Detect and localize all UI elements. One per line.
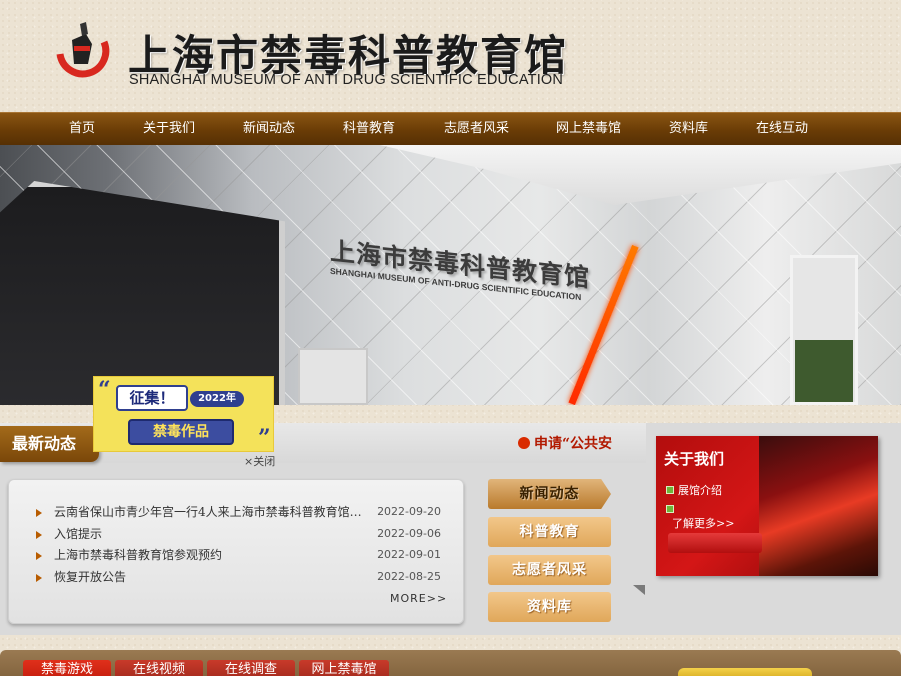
- about-title: 关于我们: [664, 450, 725, 468]
- corner-fold-icon: [633, 585, 645, 595]
- bullet-icon: [36, 574, 42, 582]
- square-bullet-icon: [666, 486, 674, 494]
- news-item-title[interactable]: 上海市禁毒科普教育馆参观预约: [54, 545, 366, 565]
- about-red-bar: [668, 533, 762, 553]
- about-more-link[interactable]: 了解更多>>: [672, 515, 734, 531]
- hero-banner[interactable]: 上海市禁毒科普教育馆 SHANGHAI MUSEUM OF ANTI-DRUG …: [0, 145, 901, 405]
- news-item-date: 2022-09-20: [377, 505, 441, 518]
- bullet-icon: [36, 552, 42, 560]
- main-nav: 首页 关于我们 新闻动态 科普教育 志愿者风采 网上禁毒馆 资料库 在线互动: [0, 112, 901, 145]
- emblem-icon: [518, 437, 530, 449]
- square-bullet-icon: [666, 505, 674, 513]
- about-photo[interactable]: [759, 436, 878, 576]
- quote-close-icon: ”: [258, 425, 271, 451]
- news-item-title[interactable]: 恢复开放公告: [54, 567, 366, 587]
- ad-year-badge: 2022年: [190, 391, 244, 407]
- nav-item-library[interactable]: 资料库: [669, 113, 708, 146]
- nav-item-online-museum[interactable]: 网上禁毒馆: [556, 113, 621, 146]
- bullet-icon: [36, 509, 42, 517]
- about-intro-link[interactable]: 展馆介绍: [666, 482, 722, 498]
- list-item[interactable]: 恢复开放公告 2022-08-25: [36, 567, 441, 587]
- site-header: 上海市禁毒科普教育馆 SHANGHAI MUSEUM OF ANTI DRUG …: [0, 0, 901, 112]
- news-ticker[interactable]: 申请“公共安: [518, 434, 622, 454]
- category-science-button[interactable]: 科普教育: [488, 517, 611, 547]
- category-volunteers-button[interactable]: 志愿者风采: [488, 555, 611, 585]
- banner-doorway: [0, 181, 285, 405]
- ad-title: 征集！: [116, 385, 188, 411]
- tab-videos[interactable]: 在线视频: [115, 660, 203, 676]
- list-item[interactable]: 上海市禁毒科普教育馆参观预约 2022-09-01: [36, 545, 441, 565]
- news-heading: 最新动态: [0, 426, 99, 462]
- news-item-date: 2022-09-01: [377, 548, 441, 561]
- news-item-date: 2022-09-06: [377, 527, 441, 540]
- ticker-text: 申请“公共安: [534, 436, 613, 452]
- nav-item-volunteers[interactable]: 志愿者风采: [444, 113, 509, 146]
- fist-torch-logo-icon[interactable]: [52, 20, 114, 82]
- news-item-title[interactable]: 云南省保山市青少年宫一行4人来上海市禁毒科普教育馆参观: [54, 502, 366, 522]
- list-item[interactable]: 入馆提示 2022-09-06: [36, 524, 441, 544]
- bullet-icon: [36, 531, 42, 539]
- news-item-date: 2022-08-25: [377, 570, 441, 583]
- banner-poster: [795, 340, 853, 402]
- category-library-button[interactable]: 资料库: [488, 592, 611, 622]
- tab-survey[interactable]: 在线调查: [207, 660, 295, 676]
- about-intro-label: 展馆介绍: [678, 484, 722, 497]
- nav-item-home[interactable]: 首页: [69, 113, 95, 146]
- tab-online-museum[interactable]: 网上禁毒馆: [299, 660, 389, 676]
- nav-item-news[interactable]: 新闻动态: [243, 113, 295, 146]
- news-more-link[interactable]: MORE>>: [390, 592, 447, 605]
- bottom-gold-button[interactable]: [678, 668, 812, 676]
- quote-open-icon: “: [98, 377, 111, 403]
- popup-ad[interactable]: “ 征集！ 2022年 禁毒作品 ”: [93, 376, 274, 452]
- nav-item-science[interactable]: 科普教育: [343, 113, 395, 146]
- tab-games[interactable]: 禁毒游戏: [23, 660, 111, 676]
- nav-item-interaction[interactable]: 在线互动: [756, 113, 808, 146]
- ad-subtitle: 禁毒作品: [128, 419, 234, 445]
- category-news-button[interactable]: 新闻动态: [488, 479, 611, 509]
- news-item-title[interactable]: 入馆提示: [54, 524, 366, 544]
- ad-close-button[interactable]: ×关闭: [244, 453, 275, 469]
- nav-item-about[interactable]: 关于我们: [143, 113, 195, 146]
- banner-screen: [298, 348, 368, 405]
- list-item[interactable]: 云南省保山市青少年宫一行4人来上海市禁毒科普教育馆参观 2022-09-20: [36, 502, 441, 522]
- site-title-en: SHANGHAI MUSEUM OF ANTI DRUG SCIENTIFIC …: [129, 72, 564, 88]
